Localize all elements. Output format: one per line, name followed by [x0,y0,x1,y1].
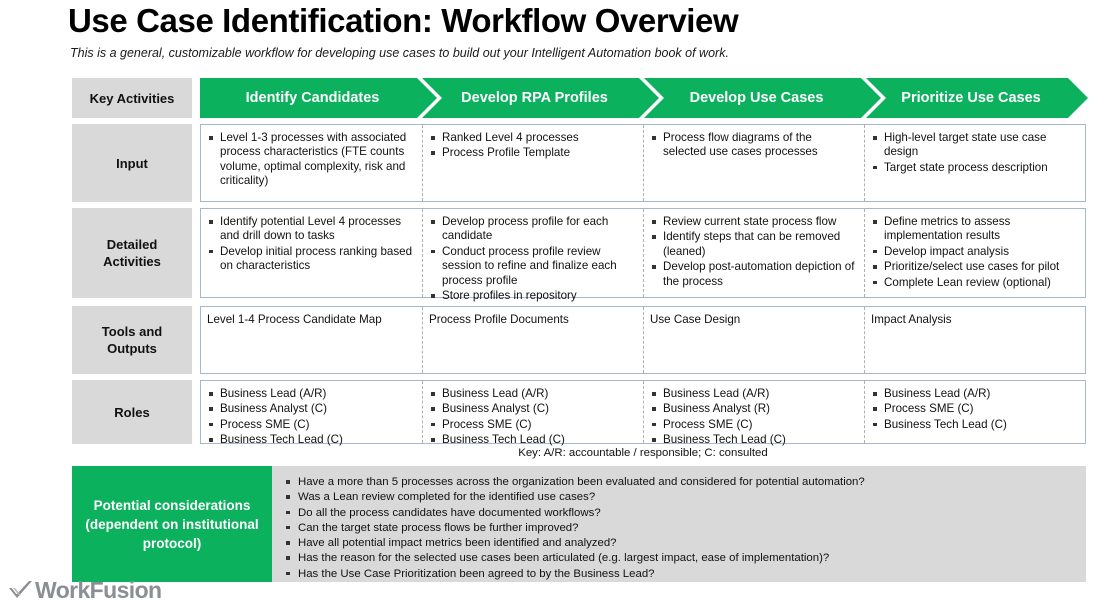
workfusion-checkmark-icon [9,580,32,598]
tools-output-text: Level 1-4 Process Candidate Map [207,313,382,326]
list-item: High-level target state use case design [871,131,1077,160]
cell-roles-develop-use-cases: Business Lead (A/R) Business Analyst (R) P… [643,381,864,446]
list-item: Have a more than 5 processes across the … [284,475,1078,490]
workfusion-logo: WorkFusion [8,577,162,603]
cell-tools-identify-candidates: Level 1-4 Process Candidate Map [201,307,422,373]
list-item: Store profiles in repository [429,289,635,303]
cell-roles-identify-candidates: Business Lead (A/R) Business Analyst (C) P… [201,381,422,446]
cell-tools-prioritize-use-cases: Impact Analysis [864,307,1085,373]
list-item: Process SME (C) [871,402,1077,416]
phase-label: Prioritize Use Cases [901,90,1041,106]
row-label-tools-and-outputs: Tools and Outputs [72,306,192,374]
row-label-key-activities: Key Activities [72,78,192,118]
tools-output-text: Use Case Design [650,313,741,326]
bullet-list: Business Lead (A/R) Business Analyst (C) P… [429,387,635,448]
list-item: Process SME (C) [207,418,414,432]
list-item: Business Tech Lead (C) [207,433,414,447]
phase-chevron-prioritize-use-cases[interactable]: Prioritize Use Cases [866,78,1088,118]
list-item: Develop impact analysis [871,245,1077,259]
list-item: Define metrics to assess implementation … [871,215,1077,244]
list-item: Develop initial process ranking based on… [207,245,414,274]
list-item: Identify steps that can be removed (lean… [650,230,856,259]
list-item: Business Lead (A/R) [871,387,1077,401]
list-item: Business Tech Lead (C) [650,433,856,447]
bullet-list: Define metrics to assess implementation … [871,215,1077,290]
bullet-list: Ranked Level 4 processes Process Profile … [429,131,635,161]
row-roles: Business Lead (A/R) Business Analyst (C) P… [200,380,1086,446]
list-item: Process Profile Template [429,146,635,160]
row-label-detailed-activities: Detailed Activities [72,208,192,298]
bullet-list: Level 1-3 processes with associated proc… [207,131,414,189]
list-item: Develop process profile for each candida… [429,215,635,244]
list-item: Complete Lean review (optional) [871,276,1077,290]
cell-detailed-develop-rpa-profiles: Develop process profile for each candida… [422,209,643,302]
list-item: Process flow diagrams of the selected us… [650,131,856,160]
list-item: Has the Use Case Prioritization been agr… [284,567,1078,582]
cell-roles-develop-rpa-profiles: Business Lead (A/R) Business Analyst (C) P… [422,381,643,446]
list-item: Review current state process flow [650,215,856,229]
list-item: Has the reason for the selected use case… [284,551,1078,566]
list-item: Business Lead (A/R) [429,387,635,401]
list-item: Target state process description [871,161,1077,175]
bullet-list: Business Lead (A/R) Business Analyst (C) P… [207,387,414,448]
potential-considerations-panel: Potential considerations (dependent on i… [72,466,1086,582]
cell-input-identify-candidates: Level 1-3 processes with associated proc… [201,125,422,201]
list-item: Business Tech Lead (C) [429,433,635,447]
list-item: Develop post-automation depiction of the… [650,260,856,289]
bullet-list: Business Lead (A/R) Process SME (C) Busine… [871,387,1077,432]
row-tools-and-outputs: Level 1-4 Process Candidate Map Process … [200,306,1086,374]
cell-input-develop-rpa-profiles: Ranked Level 4 processes Process Profile … [422,125,643,201]
bullet-list: Business Lead (A/R) Business Analyst (R) P… [650,387,856,448]
list-item: Do all the process candidates have docum… [284,506,1078,521]
phase-label: Identify Candidates [245,90,380,106]
phase-chevron-row: Identify Candidates Develop RPA Profiles… [200,78,1088,118]
cell-input-develop-use-cases: Process flow diagrams of the selected us… [643,125,864,201]
cell-detailed-prioritize-use-cases: Define metrics to assess implementation … [864,209,1085,297]
list-item: Process SME (C) [429,418,635,432]
list-item: Business Analyst (C) [207,402,414,416]
potential-considerations-list: Have a more than 5 processes across the … [284,475,1078,582]
list-item: Can the target state process flows be fu… [284,521,1078,536]
list-item: Conduct process profile review session t… [429,245,635,288]
list-item: Business Lead (A/R) [207,387,414,401]
bullet-list: Identify potential Level 4 processes and… [207,215,414,274]
phase-chevron-develop-rpa-profiles[interactable]: Develop RPA Profiles [422,78,659,118]
cell-detailed-identify-candidates: Identify potential Level 4 processes and… [201,209,422,297]
bullet-list: Develop process profile for each candida… [429,215,635,303]
tools-output-text: Impact Analysis [871,313,952,326]
phase-label: Develop Use Cases [689,90,824,106]
list-item: Process SME (C) [650,418,856,432]
list-item: Identify potential Level 4 processes and… [207,215,414,244]
list-item: Business Analyst (C) [429,402,635,416]
list-item: Level 1-3 processes with associated proc… [207,131,414,189]
workfusion-logo-text: WorkFusion [35,577,162,603]
list-item: Have all potential impact metrics been i… [284,536,1078,551]
phase-label: Develop RPA Profiles [461,90,608,106]
cell-tools-develop-rpa-profiles: Process Profile Documents [422,307,643,373]
cell-detailed-develop-use-cases: Review current state process flow Identif… [643,209,864,297]
phase-chevron-develop-use-cases[interactable]: Develop Use Cases [644,78,881,118]
row-detailed-activities: Identify potential Level 4 processes and… [200,208,1086,302]
potential-considerations-label: Potential considerations (dependent on i… [72,466,272,582]
bullet-list: High-level target state use case design T… [871,131,1077,175]
row-label-input: Input [72,124,192,202]
list-item: Ranked Level 4 processes [429,131,635,145]
list-item: Was a Lean review completed for the iden… [284,490,1078,505]
cell-roles-prioritize-use-cases: Business Lead (A/R) Process SME (C) Busine… [864,381,1085,443]
cell-input-prioritize-use-cases: High-level target state use case design T… [864,125,1085,201]
tools-output-text: Process Profile Documents [429,313,569,326]
cell-tools-develop-use-cases: Use Case Design [643,307,864,373]
list-item: Business Lead (A/R) [650,387,856,401]
page-title: Use Case Identification: Workflow Overvi… [68,2,739,39]
page-subtitle: This is a general, customizable workflow… [70,46,729,60]
bullet-list: Review current state process flow Identif… [650,215,856,289]
row-label-roles: Roles [72,380,192,444]
raci-key-note: Key: A/R: accountable / responsible; C: … [518,447,768,459]
list-item: Business Analyst (R) [650,402,856,416]
list-item: Prioritize/select use cases for pilot [871,260,1077,274]
row-input: Level 1-3 processes with associated proc… [200,124,1086,202]
bullet-list: Process flow diagrams of the selected us… [650,131,856,160]
phase-chevron-identify-candidates[interactable]: Identify Candidates [200,78,437,118]
list-item: Business Tech Lead (C) [871,418,1077,432]
